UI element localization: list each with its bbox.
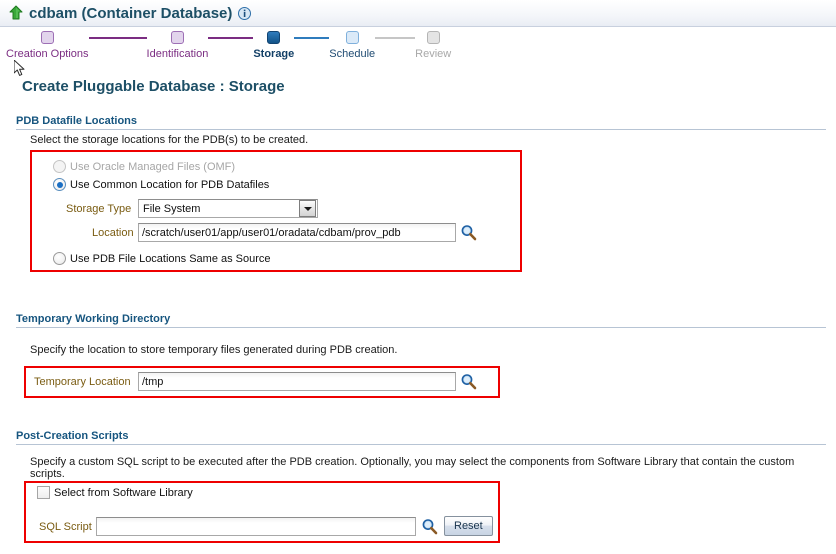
database-name: cdbam (Container Database) <box>29 4 233 22</box>
train-node-storage <box>267 31 281 44</box>
select-from-software-library-checkbox[interactable] <box>37 486 50 499</box>
sql-script-input[interactable] <box>96 517 416 536</box>
train-step-storage[interactable]: Storage <box>253 29 294 60</box>
train-node-schedule <box>345 31 359 44</box>
train-connector-3 <box>294 37 330 39</box>
section-header-temporary-working-directory: Temporary Working Directory <box>16 313 826 328</box>
train-label-identification: Identification <box>146 48 209 60</box>
info-icon[interactable] <box>238 6 252 20</box>
section-header-post-creation-scripts: Post-Creation Scripts <box>16 430 826 445</box>
train-label-storage: Storage <box>253 48 295 60</box>
train-label-schedule: Schedule <box>329 48 376 60</box>
section-description-post-creation-scripts: Specify a custom SQL script to be execut… <box>30 456 795 480</box>
radio-label-use-oracle-managed-files: Use Oracle Managed Files (OMF) <box>70 161 236 173</box>
storage-type-label: Storage Type <box>66 203 132 215</box>
section-description-pdb-datafile-locations: Select the storage locations for the PDB… <box>30 134 309 146</box>
location-input[interactable] <box>138 223 456 242</box>
temporary-location-input[interactable] <box>138 372 456 391</box>
train-step-creation-options[interactable]: Creation Options <box>6 29 89 60</box>
radio-use-oracle-managed-files <box>53 160 66 173</box>
storage-type-select[interactable]: File System <box>138 199 318 218</box>
location-label: Location <box>92 227 134 239</box>
radio-use-pdb-file-locations-same-as-source[interactable] <box>53 252 66 265</box>
train-step-identification[interactable]: Identification <box>146 29 209 60</box>
temporary-location-search-magnifier-icon[interactable] <box>460 373 477 390</box>
chevron-down-icon[interactable] <box>299 200 316 217</box>
wizard-train: Creation Options Identification Storage … <box>0 29 836 65</box>
section-description-temporary-working-directory: Specify the location to store temporary … <box>30 344 398 356</box>
train-node-creation-options <box>40 31 54 44</box>
location-search-magnifier-icon[interactable] <box>460 224 477 241</box>
reset-button[interactable]: Reset <box>444 516 493 536</box>
train-connector-4 <box>375 37 416 39</box>
radio-label-use-pdb-file-locations-same-as-source[interactable]: Use PDB File Locations Same as Source <box>70 253 271 265</box>
train-connector-1 <box>88 37 147 39</box>
sql-script-label: SQL Script <box>39 521 92 533</box>
train-node-identification <box>170 31 184 44</box>
radio-label-use-common-location[interactable]: Use Common Location for PDB Datafiles <box>70 179 269 191</box>
storage-type-value: File System <box>143 202 201 215</box>
section-header-pdb-datafile-locations: PDB Datafile Locations <box>16 115 826 130</box>
train-connector-2 <box>208 37 254 39</box>
train-step-schedule[interactable]: Schedule <box>329 29 375 60</box>
train-step-review: Review <box>415 29 451 60</box>
select-from-software-library-label[interactable]: Select from Software Library <box>54 487 193 499</box>
train-node-review <box>426 31 440 44</box>
sql-script-search-magnifier-icon[interactable] <box>421 518 438 535</box>
train-label-creation-options: Creation Options <box>6 48 89 60</box>
database-titlebar: cdbam (Container Database) <box>0 0 836 27</box>
radio-use-common-location[interactable] <box>53 178 66 191</box>
page-title: Create Pluggable Database : Storage <box>22 78 285 95</box>
train-label-review: Review <box>415 48 452 60</box>
temporary-location-label: Temporary Location <box>34 376 131 388</box>
green-up-arrow-icon <box>9 5 23 21</box>
